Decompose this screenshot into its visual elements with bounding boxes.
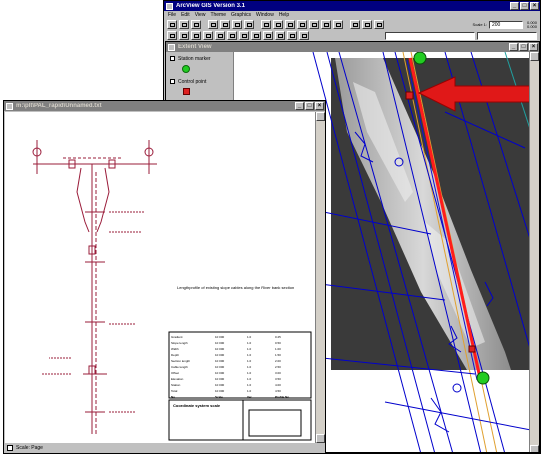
minimize-button[interactable]: _ — [510, 2, 519, 10]
control-point-marker[interactable] — [405, 91, 414, 100]
green-dot-icon — [182, 65, 190, 73]
open-table-icon[interactable] — [220, 20, 230, 29]
maximize-button[interactable]: □ — [520, 2, 529, 10]
drawing-statusbar: Scale: Page — [4, 443, 325, 453]
drawing-maximize-button[interactable]: □ — [305, 102, 314, 110]
close-button[interactable]: × — [530, 2, 539, 10]
app-icon — [166, 2, 173, 10]
help-icon[interactable] — [374, 20, 384, 29]
view-close-button[interactable]: × — [529, 43, 538, 51]
page-checkbox-icon[interactable] — [7, 445, 13, 451]
zoom-out-tool-icon[interactable] — [215, 31, 225, 40]
title-block-header: Coordinate system scale — [173, 403, 221, 408]
button-bar: Scale 1: 200 0.000 0.000 — [164, 19, 540, 30]
legend-item-label: Control point — [178, 78, 207, 85]
scale-label: Scale 1: — [472, 22, 487, 27]
coord-y-readout: 0.000 — [526, 23, 537, 29]
add-theme-icon[interactable] — [179, 20, 189, 29]
drawing-titlebar[interactable]: m:\plt\PAL_rapid\Unnamed.txt _ □ × — [4, 101, 325, 111]
tool-field-2[interactable] — [477, 31, 537, 40]
drawing-minimize-button[interactable]: _ — [295, 102, 304, 110]
edit-legend-icon[interactable] — [208, 20, 218, 29]
drawing-vertical-scrollbar[interactable] — [315, 112, 325, 443]
hotlink-tool-icon[interactable] — [251, 31, 261, 40]
cad-circle — [452, 383, 462, 393]
view-vertical-scrollbar[interactable] — [529, 52, 539, 452]
scroll-down-arrow-icon[interactable] — [530, 445, 539, 452]
checkbox-icon[interactable] — [170, 79, 175, 84]
menu-window[interactable]: Window — [256, 12, 274, 18]
menu-graphics[interactable]: Graphics — [231, 12, 251, 18]
label-tool-icon[interactable] — [263, 31, 273, 40]
table-row: No. Scale Ver. Profile No. — [171, 395, 291, 399]
station-marker[interactable] — [476, 371, 490, 385]
zoom-active-themes-icon[interactable] — [285, 20, 295, 29]
menu-theme[interactable]: Theme — [210, 12, 226, 18]
pointer-tool-icon[interactable] — [167, 31, 177, 40]
find-icon[interactable] — [232, 20, 242, 29]
view-window-icon — [168, 43, 175, 51]
view-title: Extent View — [178, 44, 212, 50]
cad-line — [384, 401, 531, 431]
red-square-icon — [183, 88, 190, 95]
profile-data-table: Gradient 10 000 1.0 0.25 Slope length 10 000… — [171, 334, 309, 400]
legend-item-label: Station marker — [178, 55, 211, 62]
menu-help[interactable]: Help — [279, 12, 289, 18]
profile-shape — [96, 167, 110, 233]
zoom-out-button-icon[interactable] — [321, 20, 331, 29]
profile-shape — [76, 167, 90, 233]
cad-scribble — [430, 397, 450, 433]
zoom-in-tool-icon[interactable] — [203, 31, 213, 40]
view-titlebar[interactable]: Extent View _ □ × — [166, 42, 539, 52]
menu-edit[interactable]: Edit — [181, 12, 190, 18]
identify-tool-icon[interactable] — [179, 31, 189, 40]
scroll-down-arrow-icon[interactable] — [316, 434, 325, 443]
menu-view[interactable]: View — [195, 12, 206, 18]
tool-field-1[interactable] — [385, 31, 475, 40]
legend-item[interactable]: Control point — [166, 75, 233, 88]
drawing-window-icon — [6, 102, 13, 110]
locate-icon[interactable] — [244, 20, 254, 29]
drawing-caption: Lengthprofile of existing slope cables a… — [177, 285, 295, 290]
clear-selection-icon[interactable] — [362, 20, 372, 29]
zoom-previous-icon[interactable] — [333, 20, 343, 29]
drawing-close-button[interactable]: × — [315, 102, 324, 110]
zoom-in-button-icon[interactable] — [309, 20, 319, 29]
status-scale-label: Scale: Page — [16, 445, 43, 451]
legend-item[interactable]: Station marker — [166, 52, 233, 65]
save-icon[interactable] — [167, 20, 177, 29]
theme-properties-icon[interactable] — [191, 20, 201, 29]
main-title: ArcView GIS Version 3.1 — [176, 3, 245, 9]
drawing-title: m:\plt\PAL_rapid\Unnamed.txt — [16, 103, 102, 109]
menubar: File Edit View Theme Graphics Window Hel… — [164, 11, 540, 19]
snap-tool-icon[interactable] — [299, 31, 309, 40]
scroll-up-arrow-icon[interactable] — [530, 52, 539, 61]
control-point-marker[interactable] — [468, 345, 476, 353]
zoom-selected-icon[interactable] — [297, 20, 307, 29]
measure-tool-icon[interactable] — [239, 31, 249, 40]
view-maximize-button[interactable]: □ — [519, 43, 528, 51]
text-tool-icon[interactable] — [275, 31, 285, 40]
vertex-edit-tool-icon[interactable] — [191, 31, 201, 40]
draw-tool-icon[interactable] — [287, 31, 297, 40]
view-minimize-button[interactable]: _ — [509, 43, 518, 51]
scroll-up-arrow-icon[interactable] — [316, 112, 325, 121]
menu-file[interactable]: File — [168, 12, 176, 18]
title-block-stamp — [248, 409, 302, 437]
zoom-full-extent-icon[interactable] — [273, 20, 283, 29]
tool-bar — [164, 30, 540, 41]
pan-tool-icon[interactable] — [227, 31, 237, 40]
drawing-window: m:\plt\PAL_rapid\Unnamed.txt _ □ × Lengt… — [3, 100, 326, 454]
scale-value-field[interactable]: 200 — [488, 20, 523, 29]
station-marker[interactable] — [413, 52, 427, 65]
query-builder-icon[interactable] — [261, 20, 271, 29]
drawing-page[interactable]: Lengthprofile of existing slope cables a… — [5, 112, 315, 443]
select-features-icon[interactable] — [350, 20, 360, 29]
main-titlebar[interactable]: ArcView GIS Version 3.1 _ □ × — [164, 1, 540, 11]
checkbox-icon[interactable] — [170, 56, 175, 61]
